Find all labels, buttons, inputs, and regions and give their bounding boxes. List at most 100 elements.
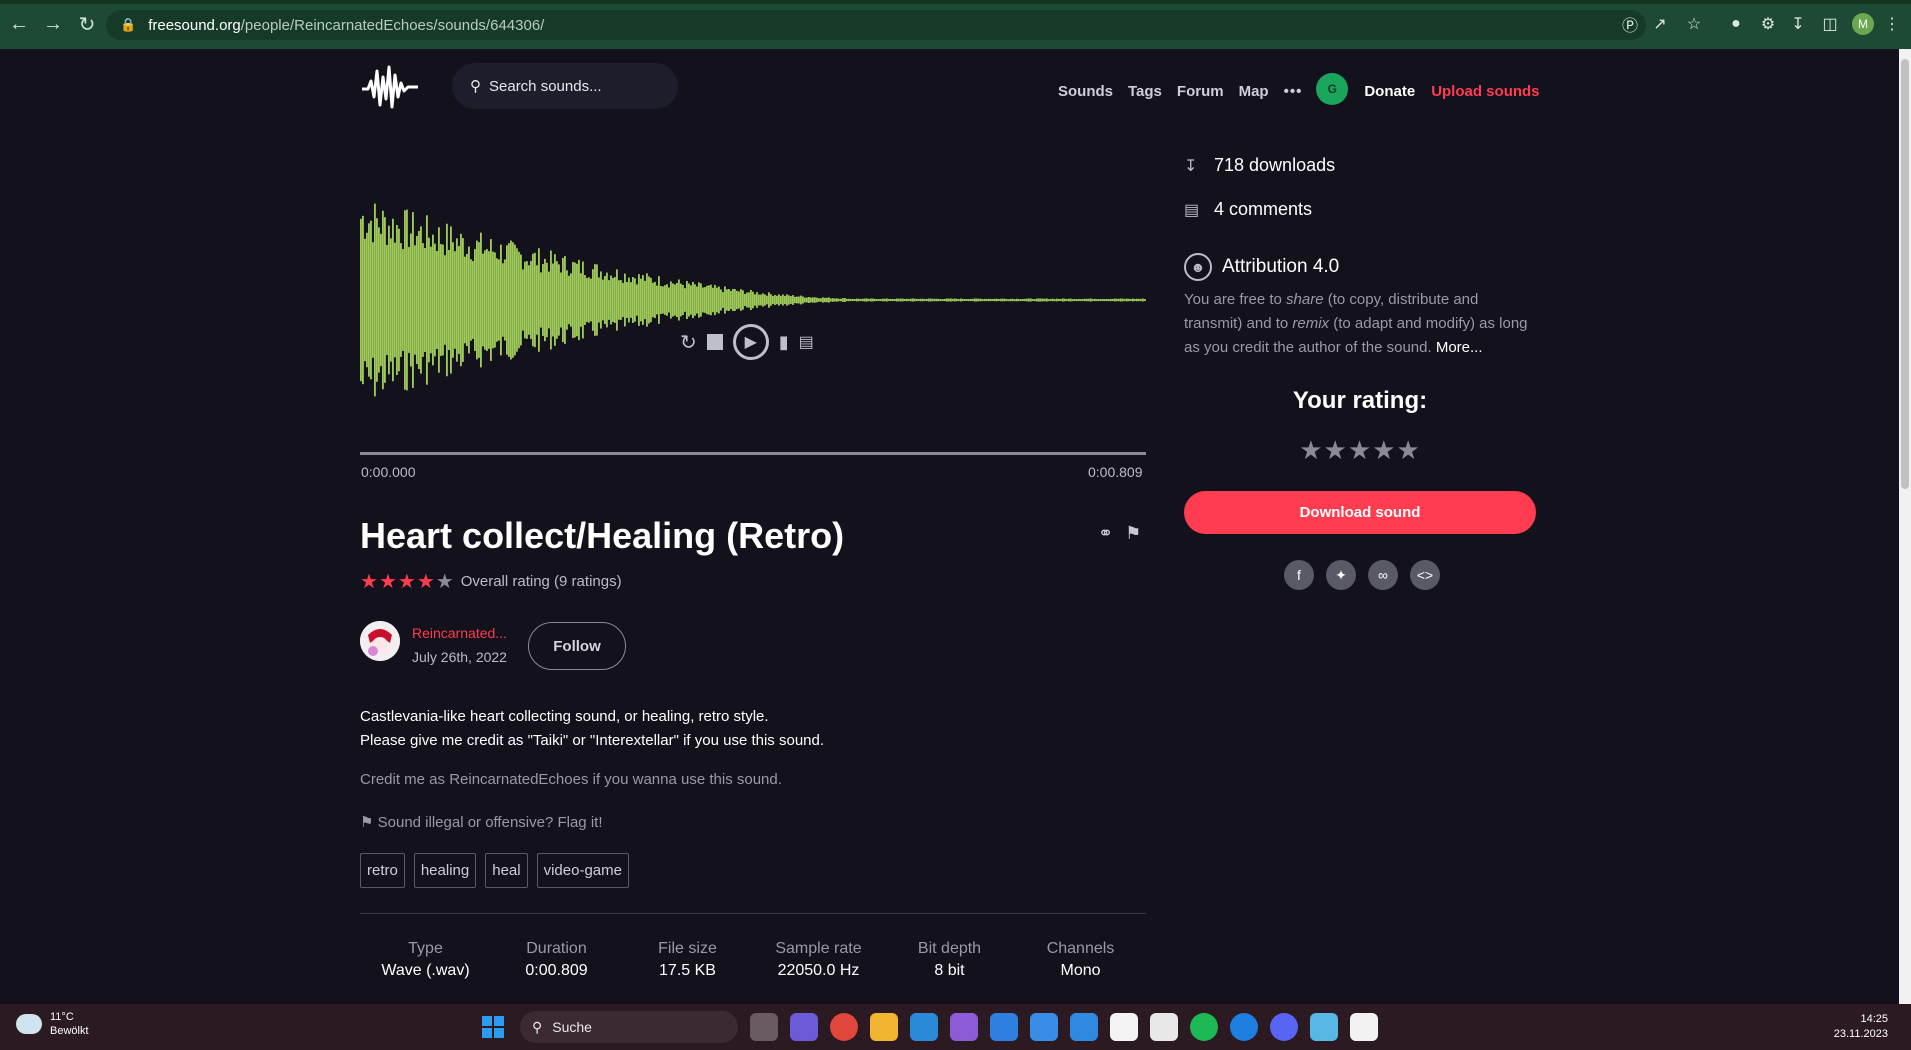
- more-menu-icon[interactable]: •••: [1284, 83, 1303, 100]
- mail-icon[interactable]: [1070, 1013, 1098, 1041]
- waveform-bar: [1026, 298, 1028, 302]
- author-avatar[interactable]: [360, 621, 400, 661]
- spotify-icon[interactable]: [1190, 1013, 1218, 1041]
- downloads-count[interactable]: ↧ 718 downloads: [1184, 155, 1335, 176]
- search-input[interactable]: ⚲ Search sounds...: [452, 63, 678, 109]
- waveform-bar: [1042, 298, 1044, 302]
- calendar-icon[interactable]: [990, 1013, 1018, 1041]
- waveform-bar: [1128, 298, 1130, 302]
- address-bar[interactable]: 🔒 freesound.org/people/ReincarnatedEchoe…: [106, 10, 1646, 40]
- freesound-logo-icon[interactable]: [360, 63, 420, 111]
- nav-forum[interactable]: Forum: [1177, 83, 1224, 100]
- forward-icon[interactable]: →: [38, 10, 68, 40]
- profile-avatar[interactable]: M: [1852, 13, 1874, 35]
- menu-kebab-icon[interactable]: ⋮: [1880, 12, 1904, 36]
- flag-link[interactable]: ⚑ Sound illegal or offensive? Flag it!: [360, 813, 603, 831]
- maps-icon[interactable]: [1230, 1013, 1258, 1041]
- waveform-bar: [416, 235, 418, 365]
- upload-sounds-link[interactable]: Upload sounds: [1431, 83, 1539, 100]
- waveform-bar: [548, 271, 550, 329]
- user-avatar[interactable]: G: [1316, 73, 1349, 105]
- weather-widget[interactable]: 11°C Bewölkt: [16, 1010, 89, 1038]
- facebook-icon[interactable]: f: [1284, 560, 1314, 590]
- rate-star-icon[interactable]: ★: [1299, 435, 1323, 465]
- bookmark-star-icon[interactable]: ☆: [1682, 12, 1706, 36]
- tag-item[interactable]: healing: [413, 853, 477, 888]
- taskbar-search[interactable]: ⚲ Suche: [520, 1011, 738, 1043]
- notion-icon[interactable]: [1110, 1013, 1138, 1041]
- waveform-bar: [604, 275, 606, 325]
- ruler-icon[interactable]: ▤: [799, 332, 814, 352]
- waveform-bar: [946, 298, 948, 302]
- overall-rating: ★★★★★ Overall rating (9 ratings): [360, 569, 622, 594]
- waveform-bar: [878, 299, 880, 302]
- chrome-icon[interactable]: [830, 1013, 858, 1041]
- bookmark-icon[interactable]: ⚑: [1125, 523, 1141, 544]
- file-explorer-icon[interactable]: [870, 1013, 898, 1041]
- spectrogram-icon[interactable]: ▮: [779, 332, 789, 353]
- waveform-bar: [650, 277, 652, 323]
- waveform-bar: [628, 277, 630, 323]
- comment-icon: ▤: [1184, 201, 1200, 219]
- similar-sounds-icon[interactable]: ⚭: [1098, 523, 1113, 544]
- download-sound-button[interactable]: Download sound: [1184, 491, 1536, 534]
- embed-icon[interactable]: <>: [1410, 560, 1440, 590]
- nav-sounds[interactable]: Sounds: [1058, 83, 1113, 100]
- todo-icon[interactable]: [1030, 1013, 1058, 1041]
- author-name[interactable]: Reincarnated...: [412, 625, 507, 641]
- rate-star-icon[interactable]: ★: [1372, 435, 1396, 465]
- share-page-icon[interactable]: ↗: [1648, 12, 1672, 36]
- waveform-bar: [458, 246, 460, 354]
- vscode-icon[interactable]: [910, 1013, 938, 1041]
- teams-icon[interactable]: [790, 1013, 818, 1041]
- license-more-link[interactable]: More...: [1436, 339, 1483, 356]
- share-icon[interactable]: ∞: [1368, 560, 1398, 590]
- visual-studio-icon[interactable]: [950, 1013, 978, 1041]
- rate-star-icon[interactable]: ★: [1396, 435, 1420, 465]
- waveform-bar: [374, 203, 376, 397]
- nav-tags[interactable]: Tags: [1128, 83, 1162, 100]
- discord-icon[interactable]: [1270, 1013, 1298, 1041]
- tag-item[interactable]: video-game: [536, 853, 629, 888]
- rate-star-icon[interactable]: ★: [1324, 435, 1348, 465]
- scrollbar-thumb[interactable]: [1901, 59, 1909, 489]
- waveform-bar: [1048, 299, 1050, 302]
- waveform-bar: [658, 276, 660, 324]
- waveform-bar: [828, 297, 830, 303]
- donate-link[interactable]: Donate: [1364, 83, 1415, 100]
- follow-button[interactable]: Follow: [528, 622, 626, 670]
- system-clock[interactable]: 14:25 23.11.2023: [1828, 1012, 1888, 1042]
- twitter-icon[interactable]: ✦: [1326, 560, 1356, 590]
- waveform-bar: [366, 232, 368, 368]
- nav-map[interactable]: Map: [1239, 83, 1269, 100]
- waveform-bar: [716, 287, 718, 313]
- download-count-icon: ↧: [1184, 157, 1198, 175]
- task-view-icon[interactable]: [750, 1013, 778, 1041]
- reload-icon[interactable]: ↻: [72, 10, 102, 40]
- progress-bar[interactable]: [360, 452, 1146, 455]
- translate-icon[interactable]: Ⓟ: [1618, 12, 1642, 36]
- unity-icon[interactable]: [1150, 1013, 1178, 1041]
- waveform[interactable]: [360, 182, 1146, 402]
- back-icon[interactable]: ←: [4, 10, 34, 40]
- waveform-bar: [822, 297, 824, 303]
- waveform-bar: [1080, 299, 1082, 302]
- tag-item[interactable]: heal: [485, 853, 528, 888]
- scrollbar[interactable]: [1899, 49, 1911, 1004]
- waveform-bar: [570, 273, 572, 327]
- paint-icon[interactable]: [1350, 1013, 1378, 1041]
- waveform-bar: [526, 261, 528, 339]
- sidepanel-icon[interactable]: ◫: [1818, 12, 1842, 36]
- tag-item[interactable]: retro: [360, 853, 405, 888]
- rate-star-icon[interactable]: ★: [1348, 435, 1372, 465]
- start-button[interactable]: [482, 1016, 504, 1038]
- download-icon[interactable]: ↧: [1786, 12, 1810, 36]
- extension-red-icon[interactable]: ●: [1724, 12, 1748, 36]
- stop-icon[interactable]: [706, 334, 723, 350]
- waveform-bar: [726, 289, 728, 311]
- notepad-icon[interactable]: [1310, 1013, 1338, 1041]
- comments-count[interactable]: ▤ 4 comments: [1184, 199, 1312, 220]
- play-icon[interactable]: ▶: [732, 324, 769, 360]
- loop-icon[interactable]: ↻: [680, 330, 697, 355]
- puzzle-icon[interactable]: ⚙: [1756, 12, 1780, 36]
